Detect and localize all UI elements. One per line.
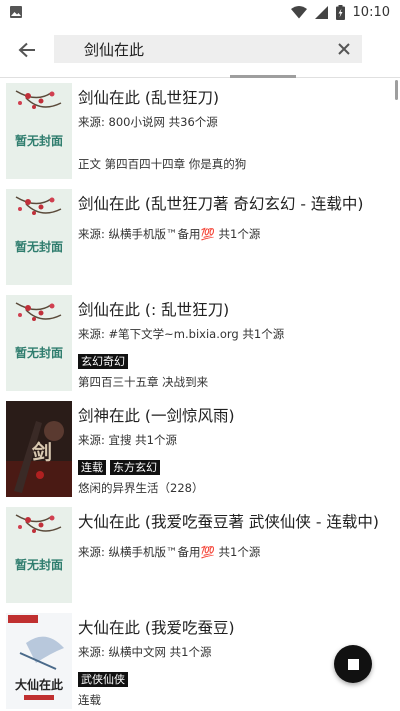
- tag-list: 连载 东方玄幻: [78, 460, 160, 475]
- back-button[interactable]: [0, 24, 54, 76]
- clear-search-button[interactable]: [332, 35, 356, 63]
- list-item[interactable]: 暂无封面 剑仙在此 (: 乱世狂刀) 来源: #笔下文学~m.bixia.org…: [0, 290, 400, 396]
- tag-list: 武侠仙侠: [78, 672, 128, 687]
- stop-icon: [347, 658, 359, 670]
- close-icon: [338, 43, 350, 55]
- wifi-icon: [290, 5, 307, 18]
- svg-text:大仙在此: 大仙在此: [15, 677, 63, 692]
- search-query-text: 剑仙在此: [84, 40, 145, 59]
- book-cover: 暂无封面: [6, 189, 72, 285]
- image-icon: [10, 6, 22, 18]
- battery-icon: [335, 4, 345, 20]
- status-tag: 连载: [78, 460, 106, 475]
- arrow-left-icon: [18, 42, 35, 58]
- svg-text:暂无封面: 暂无封面: [15, 133, 63, 148]
- latest-chapter: 悠闲的异界生活（228）: [78, 481, 204, 495]
- genre-tag: 东方玄幻: [110, 460, 160, 475]
- search-input[interactable]: 剑仙在此: [54, 35, 362, 63]
- svg-text:剑: 剑: [31, 440, 52, 464]
- latest-chapter: 正文 第四百四十四章 你是真的狗: [78, 157, 247, 171]
- signal-icon: [314, 5, 328, 19]
- status-time: 10:10: [352, 4, 390, 20]
- book-source: 来源: 纵横中文网 共1个源: [78, 645, 212, 659]
- list-item[interactable]: 暂无封面 剑仙在此 (乱世狂刀著 奇幻玄幻 - 连载中) 来源: 纵横手机版™备…: [0, 184, 400, 290]
- latest-chapter: 第四百三十五章 决战到来: [78, 375, 209, 389]
- book-title: 大仙在此 (我爱吃蚕豆): [78, 619, 235, 637]
- list-item[interactable]: 暂无封面 大仙在此 (我爱吃蚕豆著 武侠仙侠 - 连载中) 来源: 纵横手机版™…: [0, 502, 400, 608]
- book-cover: 暂无封面: [6, 507, 72, 603]
- book-source: 来源: #笔下文学~m.bixia.org 共1个源: [78, 327, 285, 341]
- genre-tag: 玄幻奇幻: [78, 354, 128, 369]
- book-title: 剑仙在此 (乱世狂刀): [78, 89, 220, 107]
- list-item[interactable]: 剑 剑神在此 (一剑惊风雨) 来源: 宜搜 共1个源 连载 东方玄幻 悠闲的异界…: [0, 396, 400, 502]
- book-cover: 暂无封面: [6, 83, 72, 179]
- svg-text:暂无封面: 暂无封面: [15, 239, 63, 254]
- genre-tag: 武侠仙侠: [78, 672, 128, 687]
- list-item[interactable]: 暂无封面 剑仙在此 (乱世狂刀) 来源: 800小说网 共36个源 正文 第四百…: [0, 78, 400, 184]
- book-cover: 暂无封面: [6, 295, 72, 391]
- svg-text:暂无封面: 暂无封面: [15, 345, 63, 360]
- book-source: 来源: 宜搜 共1个源: [78, 433, 178, 447]
- book-source: 来源: 纵横手机版™备用💯 共1个源: [78, 545, 261, 559]
- book-title: 剑神在此 (一剑惊风雨): [78, 407, 235, 425]
- svg-text:暂无封面: 暂无封面: [15, 557, 63, 572]
- search-toolbar: 剑仙在此: [0, 24, 400, 76]
- book-title: 剑仙在此 (乱世狂刀著 奇幻玄幻 - 连载中): [78, 195, 364, 213]
- book-title: 剑仙在此 (: 乱世狂刀): [78, 301, 230, 319]
- status-bar: 10:10: [0, 0, 400, 24]
- latest-chapter: 连载: [78, 693, 101, 707]
- book-cover: 剑: [6, 401, 72, 497]
- book-title: 大仙在此 (我爱吃蚕豆著 武侠仙侠 - 连载中): [78, 513, 379, 531]
- book-source: 来源: 纵横手机版™备用💯 共1个源: [78, 227, 261, 241]
- stop-search-button[interactable]: [334, 645, 372, 683]
- tag-list: 玄幻奇幻: [78, 354, 128, 369]
- book-source: 来源: 800小说网 共36个源: [78, 115, 218, 129]
- book-cover: 大仙在此: [6, 613, 72, 709]
